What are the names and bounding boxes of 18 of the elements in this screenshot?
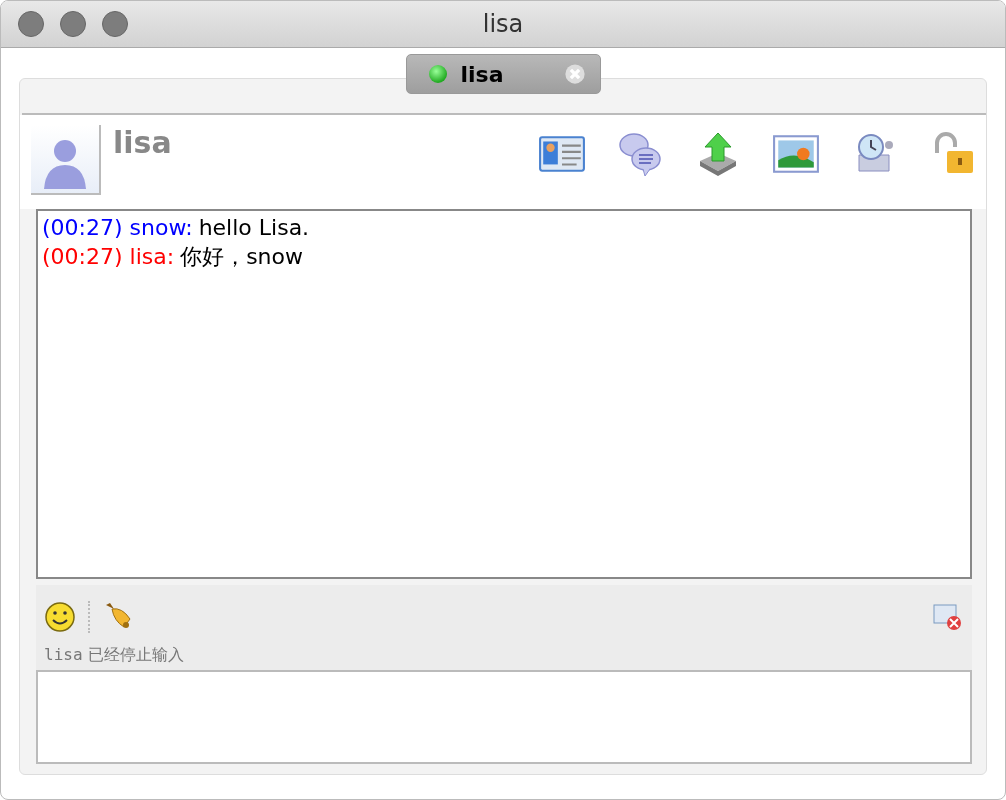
message-sender: (00:27) snow: — [42, 215, 193, 240]
window-block-icon[interactable] — [932, 601, 964, 633]
message-text: 你好，snow — [180, 244, 303, 269]
status-dot-icon — [428, 65, 447, 83]
close-button[interactable] — [18, 11, 44, 37]
smiley-icon[interactable] — [44, 601, 76, 633]
typing-status: lisa 已经停止输入 — [44, 645, 185, 666]
message-input-field[interactable] — [36, 670, 972, 764]
zoom-button[interactable] — [102, 11, 128, 37]
close-icon[interactable] — [563, 63, 586, 85]
speech-bubbles-icon[interactable] — [616, 131, 664, 177]
window-title: lisa — [482, 10, 524, 38]
minimize-button[interactable] — [60, 11, 86, 37]
contact-name: lisa — [113, 125, 172, 160]
avatar-silhouette-icon — [31, 125, 101, 195]
message-sender: (00:27) lisa: — [42, 244, 175, 269]
message-text: hello Lisa. — [198, 215, 310, 240]
chat-tab[interactable]: lisa — [405, 54, 601, 94]
